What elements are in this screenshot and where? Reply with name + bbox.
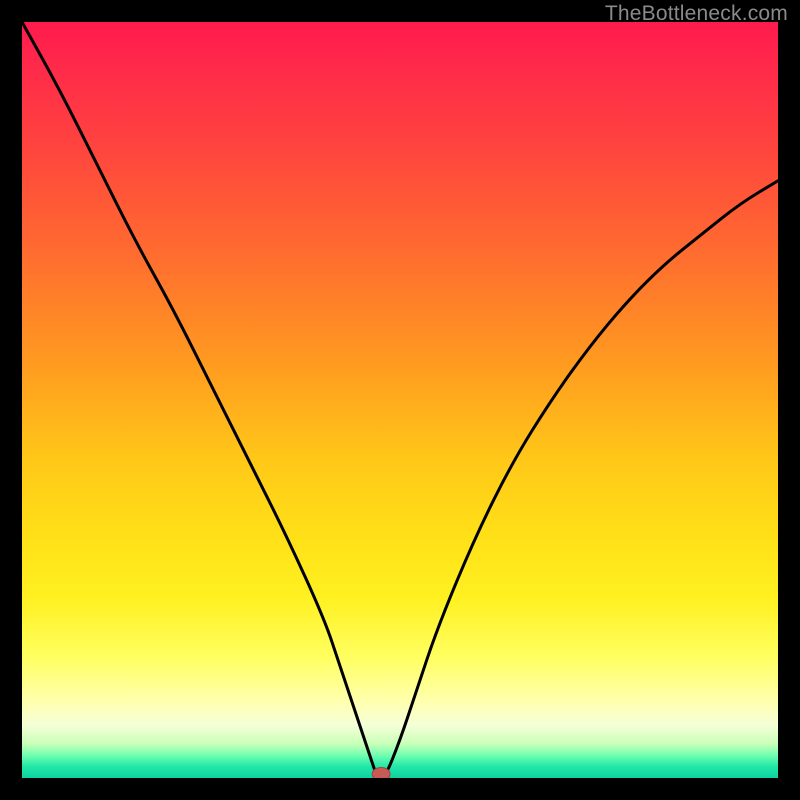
chart-frame: TheBottleneck.com — [0, 0, 800, 800]
plot-area — [22, 22, 778, 778]
minimum-marker — [372, 768, 390, 779]
bottleneck-curve — [22, 22, 778, 778]
bottleneck-curve-svg — [22, 22, 778, 778]
